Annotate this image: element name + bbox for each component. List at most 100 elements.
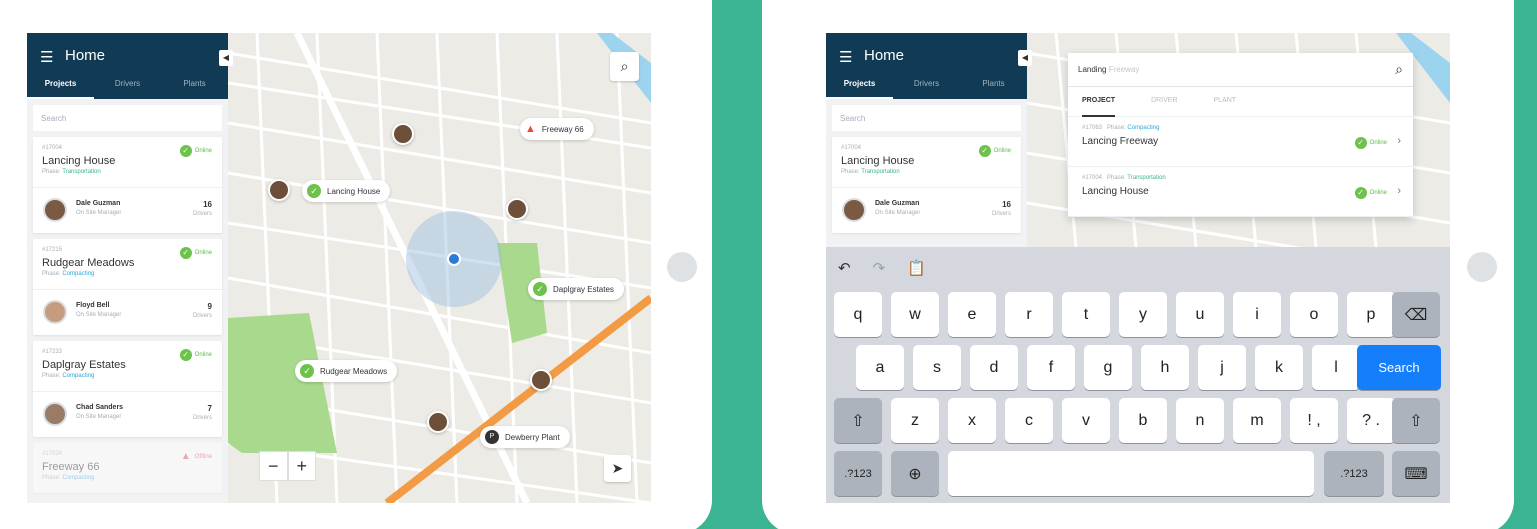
locate-button[interactable]: ➤ [604,455,631,482]
backspace-key[interactable]: ⌫ [1392,292,1440,337]
key-q[interactable]: q [834,292,882,337]
key-k[interactable]: k [1255,345,1303,390]
hamburger-icon[interactable]: ☰ [40,48,53,66]
panel-header: ☰ Home Projects Drivers Plants [826,33,1027,99]
collapse-panel-button[interactable]: ◀ [1018,50,1032,66]
map-pin-lancing[interactable]: ✓ Lancing House [302,180,391,202]
key-6[interactable]: m [1233,398,1281,443]
collapse-panel-button[interactable]: ◀ [219,50,233,66]
driver-marker[interactable] [506,198,528,220]
project-card[interactable]: #17024 Freeway 66 Phase: Compacting ▲ Off… [33,443,222,493]
driver-marker[interactable] [530,369,552,391]
key-4[interactable]: b [1119,398,1167,443]
project-card[interactable]: #17004 Lancing House Phase: Transportati… [832,137,1021,233]
check-icon: ✓ [978,145,991,157]
search-result[interactable]: #17063 Phase: Compacting Lancing Freeway… [1068,117,1413,167]
driver-marker[interactable] [427,411,449,433]
globe-key[interactable]: ⊕ [891,451,939,496]
map-pin-dewberry[interactable]: P Dewberry Plant [480,426,570,448]
key-a[interactable]: a [856,345,904,390]
tab-driver[interactable]: DRIVER [1151,97,1177,116]
map-pin-daplgray[interactable]: ✓ Daplgray Estates [528,278,624,300]
map-search-button[interactable]: ⌕ [610,52,639,81]
numbers-key-right[interactable]: .?123 [1324,451,1384,496]
search-input[interactable]: Search [832,105,1021,131]
hamburger-icon[interactable]: ☰ [839,48,852,66]
key-p[interactable]: p [1347,292,1395,337]
key-d[interactable]: d [970,345,1018,390]
search-key[interactable]: Search [1357,345,1441,390]
check-icon: ✓ [1354,137,1367,149]
key-o[interactable]: o [1290,292,1338,337]
tablet-home-button[interactable] [667,252,697,282]
key-0[interactable]: z [891,398,939,443]
driver-marker[interactable] [268,179,290,201]
search-icon: ⌕ [620,58,629,74]
tab-project[interactable]: PROJECT [1082,97,1116,117]
key-r[interactable]: r [1005,292,1053,337]
shift-key-left[interactable]: ⇧ [834,398,882,443]
search-result[interactable]: #17004 Phase: Transportation Lancing Hou… [1068,167,1413,217]
tab-plant[interactable]: PLANT [1214,97,1237,116]
keyboard-toolbar: ↶ ↷ 📋 [838,259,926,277]
left-screen: ⌕ ▲ Freeway 66 ✓ Lancing House ✓ Daplgray E… [27,33,651,503]
warning-icon: ▲ [525,123,536,135]
key-7[interactable]: ! , [1290,398,1338,443]
search-icon[interactable]: ⌕ [1395,61,1403,78]
zoom-in-button[interactable]: + [287,451,316,481]
panel-tabs: Projects Drivers Plants [826,75,1027,99]
key-w[interactable]: w [891,292,939,337]
shift-key-right[interactable]: ⇧ [1392,398,1440,443]
key-2[interactable]: c [1005,398,1053,443]
key-1[interactable]: x [948,398,996,443]
page-title: Home [864,47,905,64]
key-j[interactable]: j [1198,345,1246,390]
key-3[interactable]: v [1062,398,1110,443]
project-card[interactable]: #17215 Rudgear Meadows Phase: Compacting… [33,239,222,335]
result-tabs: PROJECT DRIVER PLANT [1068,87,1413,117]
numbers-key-left[interactable]: .?123 [834,451,882,496]
key-8[interactable]: ? . [1347,398,1395,443]
search-query[interactable]: Landing Freeway [1078,65,1139,74]
tab-plants[interactable]: Plants [161,75,228,99]
map-pin-rudgear[interactable]: ✓ Rudgear Meadows [295,360,398,382]
tab-projects[interactable]: Projects [826,75,893,99]
key-y[interactable]: y [1119,292,1167,337]
panel-header: ☰ Home Projects Drivers Plants [27,33,228,99]
map-pin-freeway[interactable]: ▲ Freeway 66 [520,118,594,140]
key-g[interactable]: g [1084,345,1132,390]
tab-plants[interactable]: Plants [960,75,1027,99]
driver-marker[interactable] [392,123,414,145]
project-card[interactable]: #17004 Lancing House Phase: Transportati… [33,137,222,233]
space-key[interactable] [948,451,1314,496]
key-5[interactable]: n [1176,398,1224,443]
key-l[interactable]: l [1312,345,1360,390]
paste-icon[interactable]: 📋 [907,259,926,277]
plant-icon: P [485,430,499,444]
key-u[interactable]: u [1176,292,1224,337]
status-badge: ▲ Offline [180,451,212,462]
key-e[interactable]: e [948,292,996,337]
search-bar[interactable]: Landing Freeway ⌕ [1068,53,1413,87]
tab-drivers[interactable]: Drivers [893,75,960,99]
chevron-left-icon: ◀ [1021,53,1029,62]
key-i[interactable]: i [1233,292,1281,337]
zoom-out-button[interactable]: − [259,451,288,481]
key-f[interactable]: f [1027,345,1075,390]
redo-icon[interactable]: ↷ [873,259,886,277]
status-badge: ✓ Online [1354,187,1387,199]
hide-keyboard-key[interactable]: ⌨ [1392,451,1440,496]
project-card[interactable]: #17233 Daplgray Estates Phase: Compactin… [33,341,222,437]
search-input[interactable]: Search [33,105,222,131]
tab-drivers[interactable]: Drivers [94,75,161,99]
avatar [43,300,67,324]
projects-panel: ☰ Home Projects Drivers Plants Search #1… [27,33,228,503]
key-h[interactable]: h [1141,345,1189,390]
tab-projects[interactable]: Projects [27,75,94,99]
warning-icon: ▲ [180,451,191,462]
key-s[interactable]: s [913,345,961,390]
tablet-home-button[interactable] [1467,252,1497,282]
status-badge: ✓ Online [978,145,1011,157]
undo-icon[interactable]: ↶ [838,259,851,277]
key-t[interactable]: t [1062,292,1110,337]
